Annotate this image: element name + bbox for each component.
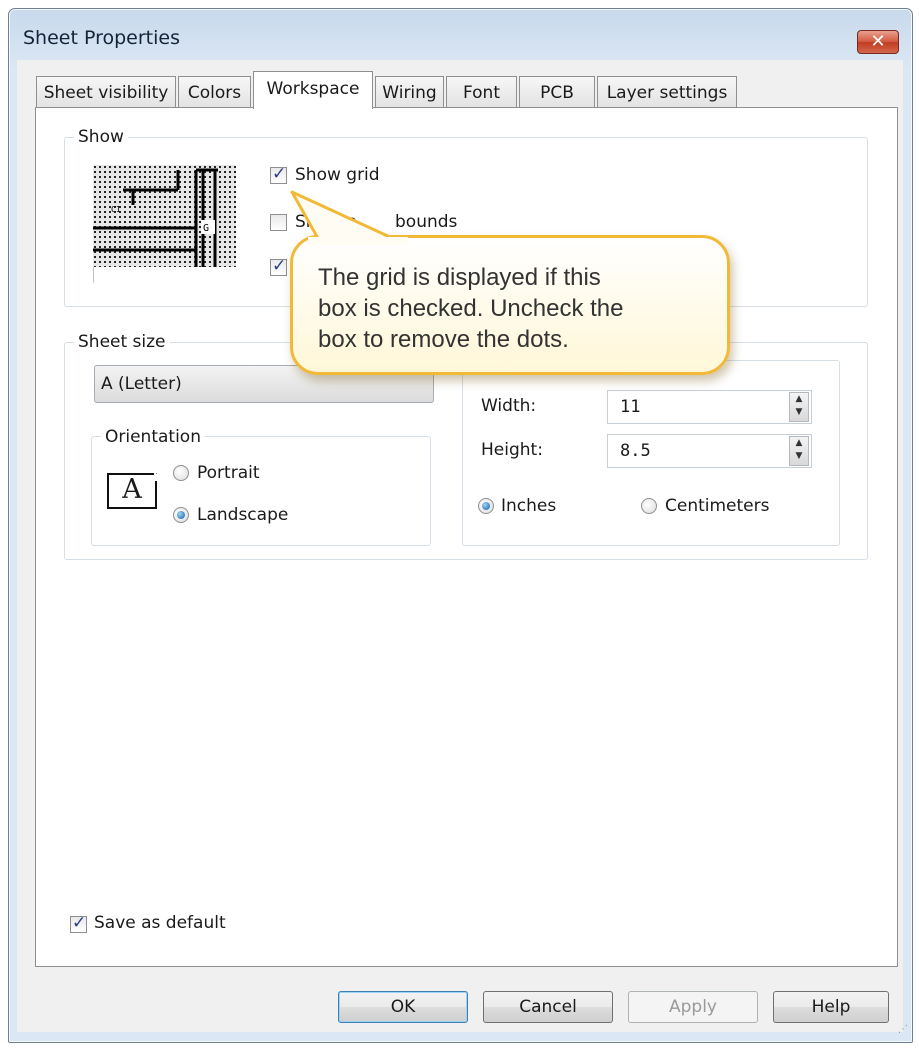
- show-page-bounds-checkbox[interactable]: [270, 214, 287, 231]
- svg-text:C1: C1: [111, 205, 121, 214]
- inches-radio[interactable]: [478, 498, 494, 514]
- dialog-title: Sheet Properties: [23, 27, 180, 49]
- grid-preview-image: G C1: [93, 165, 236, 283]
- svg-text:G: G: [203, 223, 209, 234]
- callout-pointer: [290, 190, 408, 245]
- apply-button[interactable]: Apply: [628, 991, 758, 1023]
- cancel-button[interactable]: Cancel: [483, 991, 613, 1023]
- help-button[interactable]: Help: [773, 991, 889, 1023]
- width-field[interactable]: 11: [607, 390, 812, 424]
- tab-pcb[interactable]: PCB: [519, 76, 595, 108]
- tab-workspace[interactable]: Workspace: [253, 71, 373, 109]
- resize-grip-icon[interactable]: ⋰: [898, 1024, 908, 1035]
- close-icon: ✕: [870, 31, 886, 52]
- page-orientation-icon: A: [107, 473, 157, 509]
- width-label: Width:: [481, 396, 537, 416]
- sheet-size-value: A (Letter): [101, 374, 182, 394]
- checkmark-icon: ✓: [72, 913, 87, 933]
- tab-sheet-visibility[interactable]: Sheet visibility: [36, 76, 176, 108]
- tab-layer-settings[interactable]: Layer settings: [597, 76, 737, 108]
- save-as-default-label: Save as default: [94, 913, 226, 933]
- show-grid-checkbox[interactable]: ✓: [270, 164, 287, 184]
- show-group-label: Show: [74, 127, 128, 147]
- checkmark-icon: ✓: [272, 256, 287, 276]
- tab-font[interactable]: Font: [446, 76, 517, 108]
- orientation-group-label: Orientation: [101, 427, 205, 447]
- close-button[interactable]: ✕: [857, 30, 899, 54]
- portrait-radio[interactable]: [173, 465, 189, 481]
- save-as-default-checkbox[interactable]: ✓: [70, 913, 87, 933]
- tab-wiring[interactable]: Wiring: [375, 76, 444, 108]
- tab-colors[interactable]: Colors: [178, 76, 251, 108]
- show-option-checkbox[interactable]: ✓: [270, 256, 287, 276]
- centimeters-radio[interactable]: [641, 498, 657, 514]
- height-spinner[interactable]: ▲ ▼: [789, 436, 809, 466]
- height-field[interactable]: 8.5: [607, 434, 812, 468]
- landscape-radio[interactable]: [173, 507, 189, 523]
- ok-button[interactable]: OK: [338, 991, 468, 1023]
- sheet-size-group-label: Sheet size: [74, 332, 170, 352]
- checkmark-icon: ✓: [272, 164, 287, 184]
- inches-label: Inches: [501, 496, 557, 516]
- height-label: Height:: [481, 440, 543, 460]
- portrait-label: Portrait: [197, 463, 260, 483]
- show-grid-label: Show grid: [295, 165, 380, 185]
- centimeters-label: Centimeters: [665, 496, 770, 516]
- landscape-label: Landscape: [197, 505, 289, 525]
- width-spinner[interactable]: ▲ ▼: [789, 392, 809, 422]
- callout-text: The grid is displayed if this box is che…: [318, 264, 624, 353]
